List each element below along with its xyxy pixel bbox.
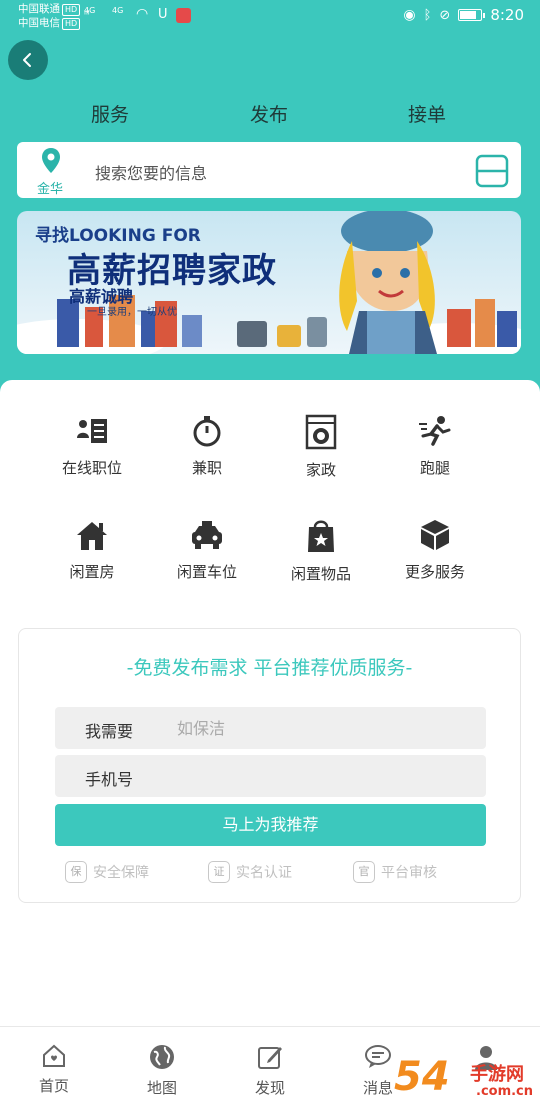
- wifi-icon: ◠: [136, 6, 149, 22]
- eye-icon: ◉: [403, 7, 416, 23]
- hd-badge: HD: [62, 4, 81, 16]
- home-icon: [43, 1044, 65, 1067]
- site-watermark: 54 手游网 .com.cn: [390, 1050, 540, 1110]
- service-online-jobs[interactable]: 在线职位: [32, 414, 152, 478]
- carrier-2: 中国电信: [18, 17, 60, 29]
- service-housekeeping[interactable]: 家政: [261, 414, 381, 480]
- top-tabs: 服务 发布 接单: [0, 100, 540, 130]
- service-idle-items[interactable]: 闲置物品: [261, 518, 381, 584]
- badge-label: 实名认证: [236, 865, 292, 881]
- notification-app-icon: [176, 8, 191, 23]
- location-selector[interactable]: [35, 146, 67, 180]
- location-label[interactable]: 金华: [37, 178, 63, 197]
- nav-home[interactable]: 首页: [24, 1043, 84, 1096]
- search-bar[interactable]: 金华 搜索您要的信息: [17, 142, 521, 198]
- certificate-icon: 证: [208, 861, 230, 883]
- nav-discover[interactable]: 发现: [240, 1043, 300, 1098]
- job-list-icon: [77, 419, 107, 443]
- tab-accept-order[interactable]: 接单: [408, 100, 446, 127]
- shopping-bag-icon: [308, 520, 334, 552]
- carrier-1: 中国联通: [18, 3, 60, 15]
- search-input[interactable]: 搜索您要的信息: [95, 160, 207, 184]
- runner-icon: [419, 416, 451, 446]
- service-label: 闲置车位: [176, 563, 237, 581]
- stopwatch-icon: [193, 416, 221, 447]
- rotation-icon: ⊘: [439, 7, 451, 23]
- badge-real-name: 证 实名认证: [208, 861, 292, 883]
- box-icon: [421, 520, 449, 550]
- tab-publish[interactable]: 发布: [250, 100, 288, 127]
- service-label: 更多服务: [404, 563, 465, 581]
- form-title: -免费发布需求 平台推荐优质服务-: [126, 657, 413, 679]
- bluetooth-icon: ᛒ: [423, 7, 432, 23]
- nav-map[interactable]: 地图: [132, 1043, 192, 1098]
- car-icon: [192, 521, 222, 549]
- carrier-info: 中国联通 HD 中国电信 HD: [18, 2, 81, 30]
- badge-label: 安全保障: [93, 865, 149, 881]
- scan-icon[interactable]: [475, 154, 509, 188]
- service-errands[interactable]: 跑腿: [375, 414, 495, 478]
- watermark-domain: .com.cn: [476, 1084, 534, 1099]
- service-label: 家政: [305, 461, 336, 479]
- service-more[interactable]: 更多服务: [375, 518, 495, 582]
- location-pin-icon: [42, 148, 60, 173]
- shield-icon: U: [158, 7, 168, 22]
- service-label: 闲置物品: [290, 565, 351, 583]
- badge-platform-review: 官 平台审核: [353, 861, 437, 883]
- washing-machine-icon: [305, 414, 337, 450]
- service-label: 跑腿: [419, 459, 450, 477]
- globe-icon: [150, 1045, 174, 1069]
- need-input[interactable]: [177, 715, 457, 741]
- service-idle-parking[interactable]: 闲置车位: [147, 518, 267, 582]
- watermark-text: 手游网: [470, 1064, 524, 1085]
- network-type-2: 4G: [112, 6, 124, 15]
- nav-label: 发现: [254, 1079, 285, 1097]
- badge-label: 平台审核: [381, 865, 437, 881]
- house-icon: [77, 522, 107, 550]
- network-type-1: 4G: [84, 6, 96, 15]
- need-field[interactable]: 我需要: [55, 707, 486, 749]
- service-idle-housing[interactable]: 闲置房: [32, 518, 152, 582]
- status-bar: 中国联通 HD 中国电信 HD ⁱˡˡ 4G 4G ◠ U ◉ ᛒ ⊘ 8:20: [0, 0, 540, 34]
- recruitment-banner[interactable]: 寻找LOOKING FOR 高薪招聘家政 高薪诚聘 一旦录用，一切从优: [17, 211, 521, 354]
- security-icon: 保: [65, 861, 87, 883]
- request-form: -免费发布需求 平台推荐优质服务- 我需要 手机号 马上为我推荐 保 安全保障 …: [18, 628, 521, 903]
- watermark-number: 54: [394, 1054, 450, 1100]
- phone-input[interactable]: [177, 763, 457, 789]
- edit-icon: [258, 1047, 282, 1069]
- nav-label: 地图: [146, 1079, 177, 1097]
- status-right: ◉ ᛒ ⊘ 8:20: [403, 6, 524, 24]
- service-part-time[interactable]: 兼职: [147, 414, 267, 478]
- service-label: 兼职: [191, 459, 222, 477]
- phone-field[interactable]: 手机号: [55, 755, 486, 797]
- battery-icon: [458, 9, 486, 21]
- official-icon: 官: [353, 861, 375, 883]
- hd-badge: HD: [62, 18, 81, 30]
- back-button[interactable]: [8, 40, 48, 80]
- phone-label: 手机号: [85, 770, 134, 789]
- trust-badges: 保 安全保障 证 实名认证 官 平台审核: [19, 861, 520, 885]
- clock: 8:20: [490, 6, 524, 24]
- need-label: 我需要: [85, 722, 134, 741]
- banner-line4: 一旦录用，一切从优: [87, 307, 177, 318]
- chat-icon: [365, 1045, 391, 1068]
- recommend-button[interactable]: 马上为我推荐: [55, 804, 486, 846]
- badge-security: 保 安全保障: [65, 861, 149, 883]
- chevron-left-icon: [23, 53, 31, 67]
- tab-service[interactable]: 服务: [91, 100, 129, 127]
- nav-label: 首页: [38, 1077, 69, 1095]
- service-label: 闲置房: [69, 563, 115, 581]
- service-label: 在线职位: [61, 459, 122, 477]
